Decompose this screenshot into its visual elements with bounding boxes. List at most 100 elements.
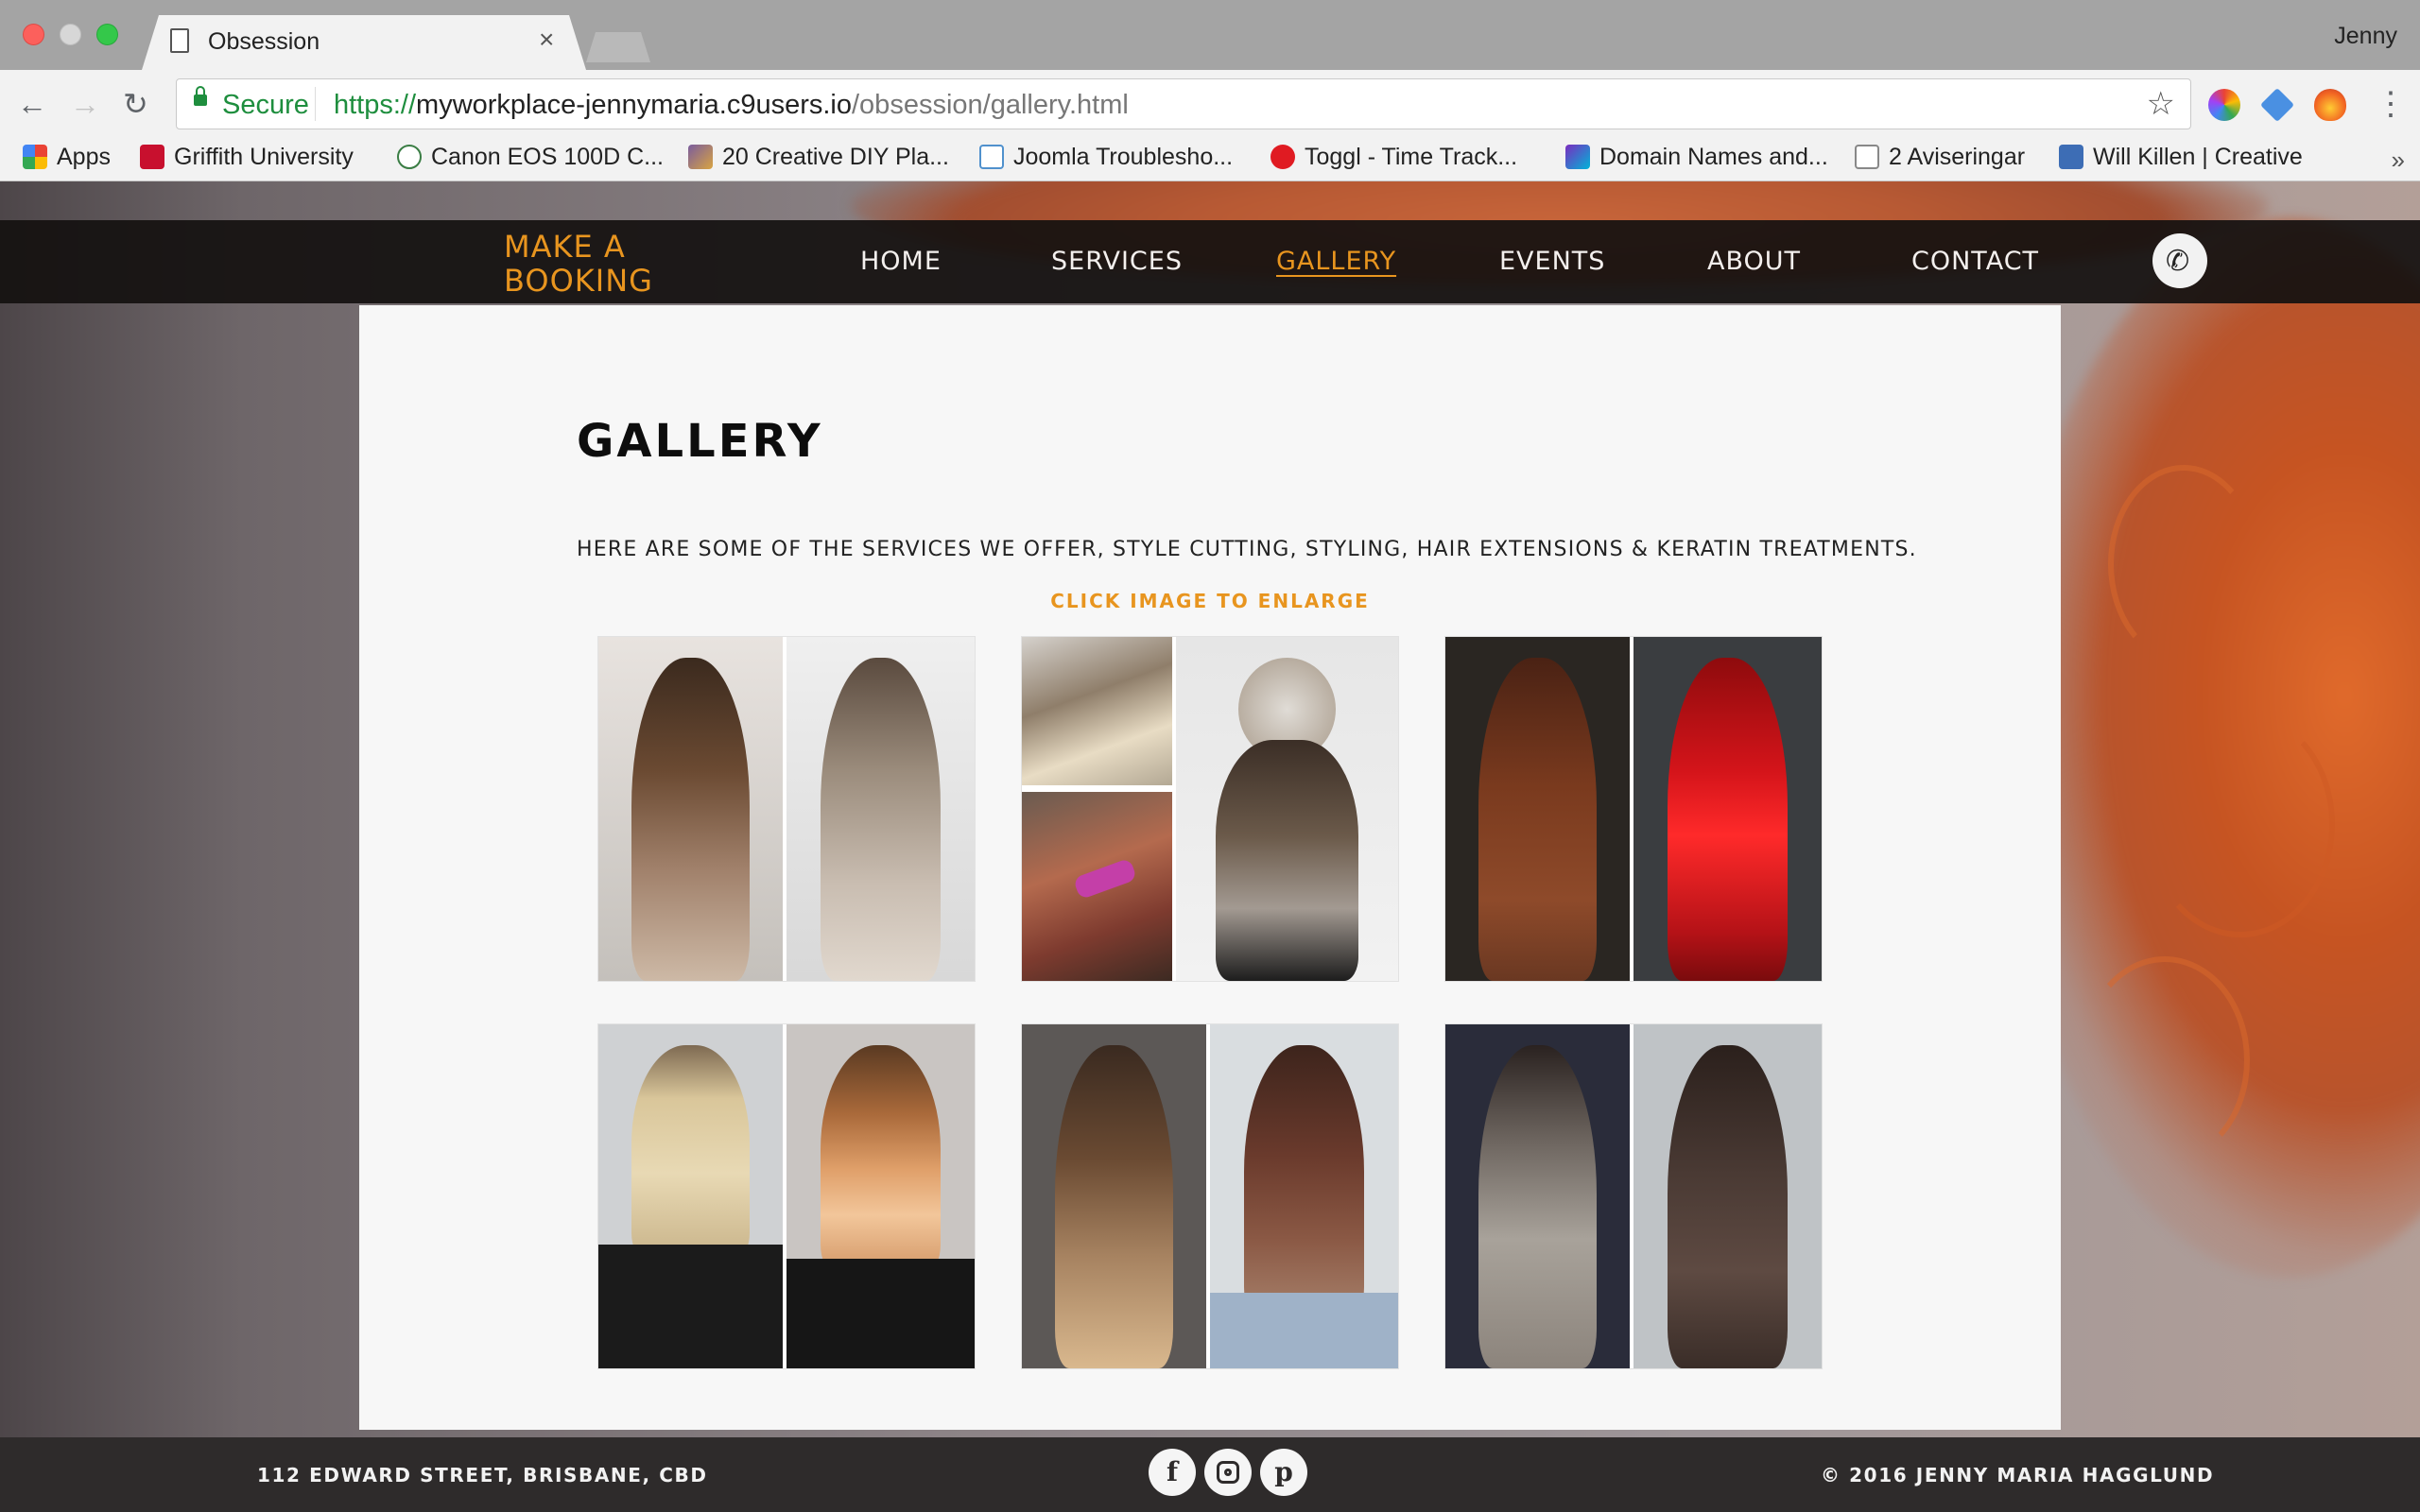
bookmark-apps[interactable]: Apps [23,144,111,176]
address-bar[interactable]: Secure https://myworkplace-jennymaria.c9… [176,78,2191,129]
bookmark-joomla[interactable]: Joomla Troublesho... [979,144,1233,176]
security-label[interactable]: Secure [222,90,309,121]
url-path: /obsession/gallery.html [852,90,1129,120]
page-icon [170,28,189,53]
hair-shape [1478,657,1597,981]
hair-shape [1478,1044,1597,1368]
new-tab-button[interactable] [586,32,650,62]
domain-icon [1565,145,1590,169]
site-navbar: MAKE A BOOKING HOME SERVICES GALLERY EVE… [0,220,2420,303]
click-to-enlarge-hint: CLICK IMAGE TO ENLARGE [1050,590,1370,612]
hair-shape [1667,657,1789,981]
bookmark-will-killen[interactable]: Will Killen | Creative [2059,144,2303,176]
bookmark-star-icon[interactable]: ☆ [2147,85,2175,123]
canon-icon [397,145,422,169]
instagram-camera-frame [1217,1461,1239,1484]
nav-home[interactable]: HOME [860,247,942,276]
pinterest-icon[interactable]: p [1260,1449,1307,1496]
minimize-window-button[interactable] [60,24,81,45]
gallery-intro-text: HERE ARE SOME OF THE SERVICES WE OFFER, … [577,538,1917,561]
tab-close-icon[interactable]: × [539,25,554,55]
url-text[interactable]: https://myworkplace-jennymaria.c9users.i… [334,90,1129,121]
bookmark-aviseringar[interactable]: 2 Aviseringar [1855,144,2025,176]
gallery-image-undercut[interactable] [1021,636,1399,982]
hair-curl-decoration [2080,956,2250,1164]
address-divider [315,87,316,121]
hair-shape [820,1044,942,1273]
make-a-booking-link[interactable]: MAKE A BOOKING [504,230,653,298]
hair-shape [631,657,750,981]
gallery-image-balayage[interactable] [597,636,976,982]
after-photo [1634,1024,1822,1368]
page-title: GALLERY [577,415,823,468]
hair-curl-decoration [2146,711,2335,937]
bookmark-toggl[interactable]: Toggl - Time Track... [1270,144,1517,176]
back-arrow-icon[interactable]: ← [17,87,47,121]
after-photo [1634,637,1822,981]
color-picker-extension-icon[interactable] [2208,89,2240,121]
bookmark-diy[interactable]: 20 Creative DIY Pla... [688,144,949,176]
gallery-content-panel: GALLERY HERE ARE SOME OF THE SERVICES WE… [359,305,2061,1430]
footer-copyright: © 2016 JENNY MARIA HAGGLUND [1821,1464,2215,1486]
footer-address: 112 EDWARD STREET, BRISBANE, CBD [257,1464,708,1486]
before-photo [1445,637,1631,981]
collage-photo-bottom [1022,791,1173,981]
browser-tab-active[interactable]: Obsession × [142,15,586,70]
instagram-icon[interactable] [1204,1449,1252,1496]
w-icon [2059,145,2083,169]
pinterest-glyph: p [1274,1456,1293,1487]
bookmark-domain[interactable]: Domain Names and... [1565,144,1828,176]
after-photo [786,1024,975,1368]
griffith-icon [140,145,164,169]
bookmarks-bar: Apps Griffith University Canon EOS 100D … [0,140,2420,181]
hair-shape [1055,1044,1173,1368]
booking-line-2: BOOKING [504,263,653,299]
close-window-button[interactable] [23,24,44,45]
hair-shape [820,657,942,981]
bookmark-griffith[interactable]: Griffith University [140,144,354,176]
joomla-icon [979,145,1004,169]
url-scheme: https:// [334,90,417,120]
gallery-image-extensions[interactable] [1444,1023,1823,1369]
browser-toolbar: ← → ↻ Secure https://myworkplace-jennyma… [0,70,2420,140]
lock-icon [194,86,207,106]
facebook-glyph: f [1166,1456,1179,1487]
phone-button[interactable]: ✆ [2152,233,2207,288]
nav-about[interactable]: ABOUT [1707,247,1801,276]
browser-menu-icon[interactable]: ⋮ [2375,85,2407,123]
instagram-camera-lens [1224,1469,1232,1476]
collage-photo-main [1176,637,1398,981]
hair-shape [1243,1044,1365,1321]
before-photo [598,1024,784,1368]
profile-name[interactable]: Jenny [2334,23,2397,50]
gallery-image-chocolate[interactable] [1021,1023,1399,1369]
dropbox-extension-icon[interactable] [2259,87,2295,123]
tab-title: Obsession [208,28,320,55]
firefox-extension-icon[interactable] [2314,89,2346,121]
hair-curl-decoration [2108,465,2259,663]
nav-gallery[interactable]: GALLERY [1276,247,1396,276]
gallery-image-red[interactable] [1444,636,1823,982]
url-host: myworkplace-jennymaria.c9users.io [416,90,852,120]
before-photo [1445,1024,1631,1368]
booking-line-1: MAKE A [504,229,626,265]
forward-arrow-icon[interactable]: → [70,87,100,121]
apps-grid-icon [23,145,47,169]
browser-titlebar: Obsession × Jenny [0,0,2420,70]
nav-services[interactable]: SERVICES [1051,247,1183,276]
hair-shape [1667,1044,1789,1368]
diy-icon [688,145,713,169]
collage-photo-top [1022,637,1173,785]
before-photo [1022,1024,1207,1368]
bookmarks-overflow-icon[interactable]: » [2392,146,2405,175]
nav-events[interactable]: EVENTS [1499,247,1605,276]
page-icon [1855,145,1879,169]
gallery-image-copper-bob[interactable] [597,1023,976,1369]
hair-shape [631,1044,750,1259]
maximize-window-button[interactable] [96,24,118,45]
bookmark-canon[interactable]: Canon EOS 100D C... [397,144,664,176]
nav-contact[interactable]: CONTACT [1911,247,2039,276]
facebook-icon[interactable]: f [1149,1449,1196,1496]
reload-icon[interactable]: ↻ [123,87,148,121]
before-photo [598,637,784,981]
